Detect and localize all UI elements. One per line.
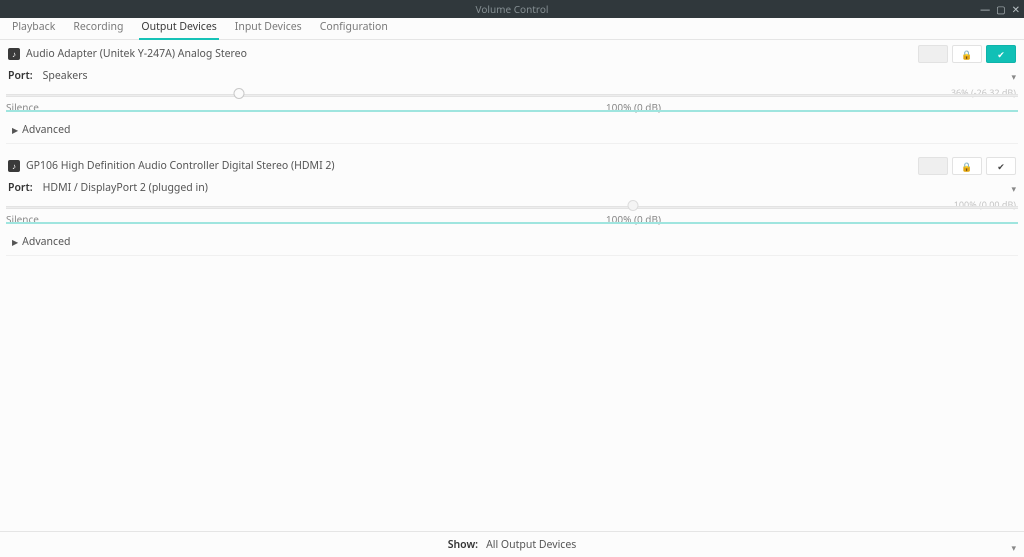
advanced-label: Advanced — [22, 235, 70, 249]
lock-button[interactable]: 🔒 — [952, 45, 982, 63]
advanced-label: Advanced — [22, 123, 70, 137]
device-button-group: 🔒 ✔ — [918, 157, 1016, 175]
set-default-button[interactable]: ✔ — [986, 45, 1016, 63]
footer-show-label: Show: — [448, 538, 478, 552]
advanced-toggle[interactable]: ▶ Advanced — [6, 118, 1018, 144]
device-name: Audio Adapter (Unitek Y-247A) Analog Ste… — [26, 47, 247, 61]
slider-max-label: 100% (0.00 dB) — [954, 198, 1016, 211]
content-area: ♪ Audio Adapter (Unitek Y-247A) Analog S… — [0, 40, 1024, 531]
advanced-toggle[interactable]: ▶ Advanced — [6, 230, 1018, 256]
port-value[interactable]: HDMI / DisplayPort 2 (plugged in) — [43, 181, 208, 195]
tab-output-devices[interactable]: Output Devices — [139, 16, 218, 39]
device-block: ♪ Audio Adapter (Unitek Y-247A) Analog S… — [6, 42, 1018, 144]
port-row: Port: Speakers ▾ — [6, 66, 1018, 86]
mute-button[interactable] — [918, 45, 948, 63]
hundred-label: 100% (0 dB) — [606, 100, 661, 114]
expand-icon: ▶ — [12, 125, 18, 136]
expand-icon: ▶ — [12, 237, 18, 248]
set-default-button[interactable]: ✔ — [986, 157, 1016, 175]
minimize-icon[interactable]: — — [980, 2, 990, 16]
check-icon: ✔ — [997, 48, 1005, 61]
lock-icon: 🔒 — [961, 48, 972, 61]
check-icon: ✔ — [997, 160, 1005, 173]
device-name: GP106 High Definition Audio Controller D… — [26, 159, 335, 173]
port-label: Port: — [8, 181, 33, 195]
slider-thumb[interactable] — [628, 200, 639, 211]
mute-button[interactable] — [918, 157, 948, 175]
device-block: ♪ GP106 High Definition Audio Controller… — [6, 154, 1018, 256]
tab-input-devices[interactable]: Input Devices — [233, 16, 304, 39]
port-row: Port: HDMI / DisplayPort 2 (plugged in) … — [6, 178, 1018, 198]
device-header: ♪ GP106 High Definition Audio Controller… — [6, 154, 1018, 178]
port-value[interactable]: Speakers — [43, 69, 88, 83]
footer: Show: All Output Devices ▾ — [0, 531, 1024, 557]
chevron-down-icon[interactable]: ▾ — [1011, 182, 1016, 195]
silence-label: Silence — [6, 212, 39, 226]
tab-recording[interactable]: Recording — [71, 16, 125, 39]
port-label: Port: — [8, 69, 33, 83]
window-controls: — ▢ ✕ — [980, 0, 1020, 18]
hundred-label: 100% (0 dB) — [606, 212, 661, 226]
volume-slider[interactable]: 100% (0.00 dB) Silence 100% (0 dB) — [6, 198, 1018, 230]
soundcard-icon: ♪ — [8, 48, 20, 60]
tab-configuration[interactable]: Configuration — [318, 16, 390, 39]
tab-playback[interactable]: Playback — [10, 16, 57, 39]
footer-show-value[interactable]: All Output Devices — [486, 538, 576, 552]
slider-thumb[interactable] — [233, 88, 244, 99]
volume-slider[interactable]: 36% (-26.32 dB) Silence 100% (0 dB) — [6, 86, 1018, 118]
slider-max-label: 36% (-26.32 dB) — [951, 86, 1016, 99]
device-header: ♪ Audio Adapter (Unitek Y-247A) Analog S… — [6, 42, 1018, 66]
soundcard-icon: ♪ — [8, 160, 20, 172]
device-button-group: 🔒 ✔ — [918, 45, 1016, 63]
close-icon[interactable]: ✕ — [1012, 2, 1020, 16]
chevron-down-icon[interactable]: ▾ — [1011, 70, 1016, 83]
slider-track — [6, 206, 1018, 209]
slider-baseline — [6, 110, 1018, 112]
lock-icon: 🔒 — [961, 160, 972, 173]
maximize-icon[interactable]: ▢ — [996, 2, 1005, 16]
window-title: Volume Control — [476, 2, 549, 16]
lock-button[interactable]: 🔒 — [952, 157, 982, 175]
tab-bar: Playback Recording Output Devices Input … — [0, 18, 1024, 40]
chevron-down-icon[interactable]: ▾ — [1011, 541, 1016, 554]
slider-track — [6, 94, 1018, 97]
slider-baseline — [6, 222, 1018, 224]
silence-label: Silence — [6, 100, 39, 114]
